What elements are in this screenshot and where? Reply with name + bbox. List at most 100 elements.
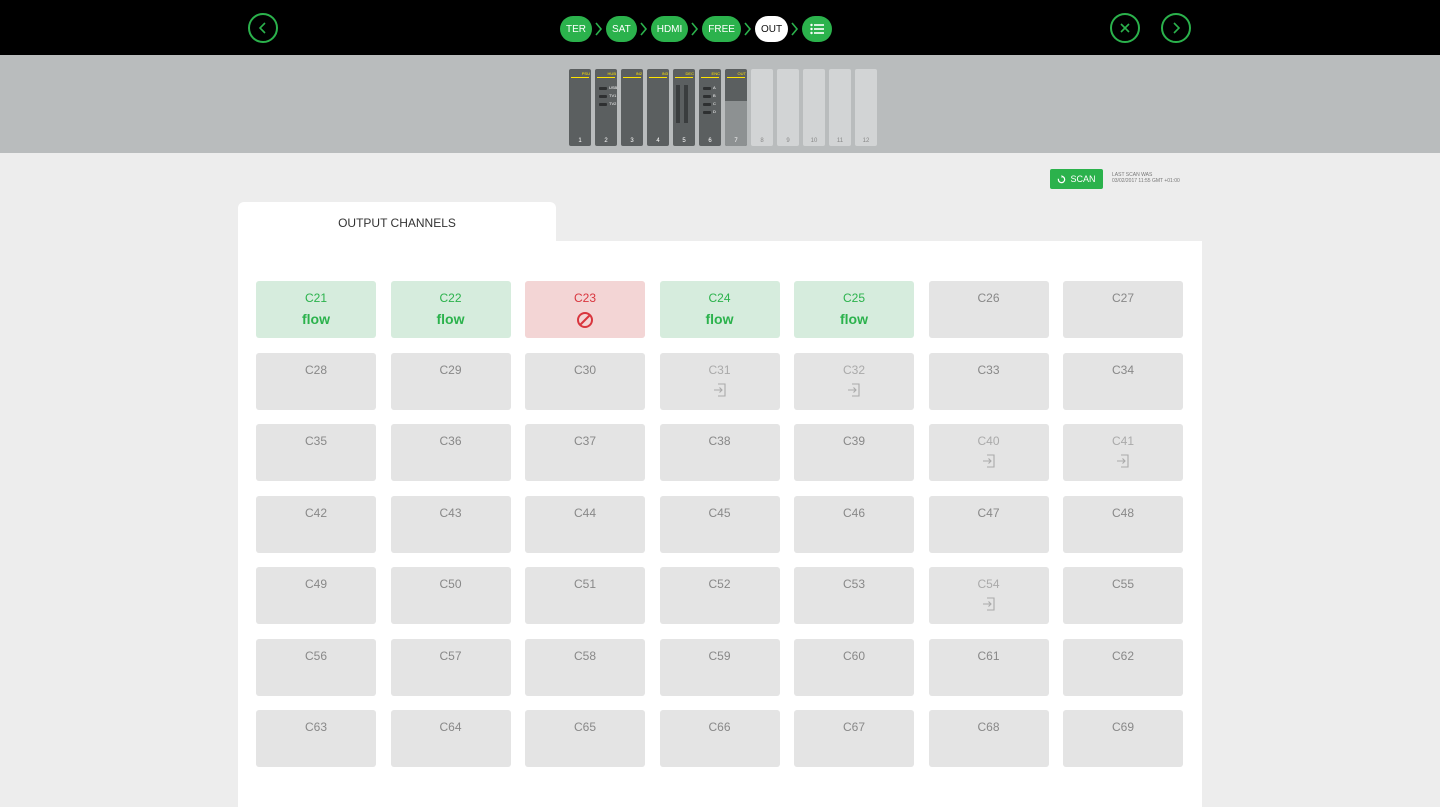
channel-c64[interactable]: C64	[390, 710, 511, 767]
channel-c28[interactable]: C28	[256, 352, 376, 410]
slot-number: 5	[682, 138, 686, 144]
next-button[interactable]	[1161, 13, 1191, 43]
channel-c52[interactable]: C52	[659, 567, 780, 624]
module-slot-1[interactable]: PSU 1	[569, 69, 591, 146]
slot-number: 2	[604, 138, 608, 144]
slot-port-label: C	[713, 101, 716, 106]
channel-c36[interactable]: C36	[390, 424, 511, 481]
channel-c57[interactable]: C57	[390, 638, 511, 696]
module-slot-10[interactable]: 10	[803, 69, 825, 146]
step-out[interactable]: OUT	[754, 16, 789, 42]
channel-c40[interactable]: C40	[928, 424, 1049, 481]
channel-grid: C21 flow C22 flow C23 C24 flow C25 flow C26 C27 C28…	[256, 281, 1183, 767]
channel-c65[interactable]: C65	[525, 710, 645, 767]
channel-c46[interactable]: C46	[794, 495, 914, 553]
module-slot-8[interactable]: 8	[751, 69, 773, 146]
channel-c56[interactable]: C56	[256, 638, 376, 696]
channel-c21[interactable]: C21 flow	[256, 281, 376, 338]
channel-c59[interactable]: C59	[659, 638, 780, 696]
close-button[interactable]	[1110, 13, 1140, 43]
module-slot-11[interactable]: 11	[829, 69, 851, 146]
module-slot-6[interactable]: ENC A B C D 6	[699, 69, 721, 146]
channel-label: C33	[977, 362, 1000, 377]
step-sat[interactable]: SAT	[606, 16, 637, 42]
channel-c66[interactable]: C66	[659, 710, 780, 767]
channel-c37[interactable]: C37	[525, 424, 645, 481]
channel-c32[interactable]: C32	[794, 352, 914, 410]
channel-c55[interactable]: C55	[1063, 567, 1183, 624]
slot-port-label: TV2	[609, 101, 617, 106]
module-slot-4[interactable]: IN3 4	[647, 69, 669, 146]
chevron-left-icon	[258, 22, 266, 34]
channel-c24[interactable]: C24 flow	[659, 281, 780, 338]
channel-label: C30	[573, 362, 596, 377]
channel-c22[interactable]: C22 flow	[390, 281, 511, 338]
chevron-right-icon	[791, 22, 799, 36]
step-summary-button[interactable]	[802, 16, 833, 42]
step-free[interactable]: FREE	[702, 16, 741, 42]
channel-c30[interactable]: C30	[525, 352, 645, 410]
module-slot-5[interactable]: DEC 5	[673, 69, 695, 146]
channel-c44[interactable]: C44	[525, 495, 645, 553]
channel-c27[interactable]: C27	[1063, 281, 1183, 338]
slot-label: IN3	[661, 71, 668, 76]
channel-c41[interactable]: C41	[1063, 424, 1183, 481]
channel-c38[interactable]: C38	[659, 424, 780, 481]
channel-c33[interactable]: C33	[928, 352, 1049, 410]
channel-c69[interactable]: C69	[1063, 710, 1183, 767]
tab-output-channels[interactable]: OUTPUT CHANNELS	[238, 202, 556, 243]
slot-label: ENC	[711, 71, 720, 76]
channel-c23[interactable]: C23	[525, 281, 645, 338]
channel-label: C21	[304, 291, 327, 305]
channel-c47[interactable]: C47	[928, 495, 1049, 553]
channel-c62[interactable]: C62	[1063, 638, 1183, 696]
channel-c51[interactable]: C51	[525, 567, 645, 624]
slot-label-underline	[649, 77, 667, 78]
channel-c54[interactable]: C54	[928, 567, 1049, 624]
channel-c63[interactable]: C63	[256, 710, 376, 767]
channel-label: C27	[1111, 291, 1134, 305]
channel-c26[interactable]: C26	[928, 281, 1049, 338]
channel-c43[interactable]: C43	[390, 495, 511, 553]
input-icon	[713, 382, 726, 397]
channel-c25[interactable]: C25 flow	[794, 281, 914, 338]
module-slot-7[interactable]: OUT 7	[725, 69, 747, 146]
channel-c42[interactable]: C42	[256, 495, 376, 553]
slot-level-bar	[676, 85, 680, 123]
channel-c50[interactable]: C50	[390, 567, 511, 624]
channel-c34[interactable]: C34	[1063, 352, 1183, 410]
channel-label: C42	[304, 505, 327, 520]
slot-number: 12	[862, 138, 870, 144]
input-icon	[848, 382, 860, 397]
module-slot-9[interactable]: 9	[777, 69, 799, 146]
channel-label: C25	[842, 291, 865, 305]
channel-c48[interactable]: C48	[1063, 495, 1183, 553]
channel-c45[interactable]: C45	[659, 495, 780, 553]
step-ter[interactable]: TER	[560, 16, 592, 42]
step-hdmi[interactable]: HDMI	[650, 16, 689, 42]
channel-label: C35	[304, 434, 327, 448]
close-icon	[1120, 23, 1130, 33]
channel-c49[interactable]: C49	[256, 567, 376, 624]
channel-c67[interactable]: C67	[794, 710, 914, 767]
channel-c31[interactable]: C31	[659, 352, 780, 410]
module-slot-3[interactable]: IN2 3	[621, 69, 643, 146]
scan-button[interactable]: SCAN	[1050, 169, 1103, 189]
channel-c68[interactable]: C68	[928, 710, 1049, 767]
slot-number: 6	[708, 138, 712, 144]
channel-c35[interactable]: C35	[256, 424, 376, 481]
channel-c58[interactable]: C58	[525, 638, 645, 696]
channel-c61[interactable]: C61	[928, 638, 1049, 696]
back-button[interactable]	[248, 13, 278, 43]
channel-c39[interactable]: C39	[794, 424, 914, 481]
module-slot-12[interactable]: 12	[855, 69, 877, 146]
channel-c29[interactable]: C29	[390, 352, 511, 410]
channel-label: C44	[573, 505, 596, 520]
slot-port-label: TV1	[609, 93, 617, 98]
channel-label: C58	[573, 648, 596, 663]
module-slot-2[interactable]: HUB USB TV1 TV2 2	[595, 69, 617, 146]
list-icon	[810, 23, 825, 35]
channel-c53[interactable]: C53	[794, 567, 914, 624]
channel-label: C51	[573, 577, 596, 591]
channel-c60[interactable]: C60	[794, 638, 914, 696]
